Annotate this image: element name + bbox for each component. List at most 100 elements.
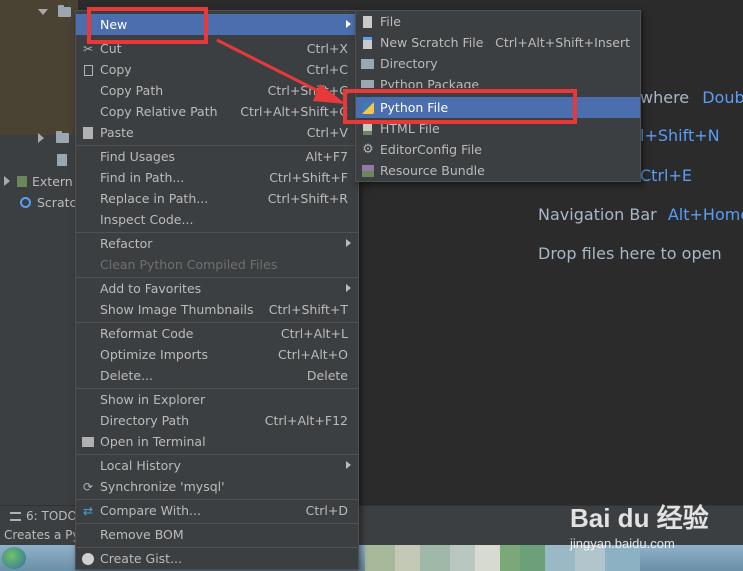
submenu-item-python-package[interactable]: Python Package [356,74,640,88]
menu-item-shortcut: Ctrl+V [306,125,348,140]
sync-icon: ⟳ [82,480,94,494]
menu-item-inspect-code[interactable]: Inspect Code... [76,209,358,230]
menu-item-add-to-favorites[interactable]: Add to Favorites [76,278,358,299]
menu-item-label: Local History [100,458,181,473]
status-text: Creates a Py [4,528,80,542]
menu-item-copy-relative-path[interactable]: Copy Relative Path Ctrl+Alt+Shift+C [76,101,358,122]
menu-item-label: Open in Terminal [100,434,206,449]
menu-item-create-gist[interactable]: Create Gist... [76,548,358,569]
menu-item-open-in-terminal[interactable]: Open in Terminal [76,431,358,452]
hint-goto-file: l+Shift+N [640,126,720,145]
menu-item-label: Delete... [100,368,153,383]
submenu-item-label: File [380,14,401,29]
tree-row-root[interactable] [38,2,71,22]
menu-item-compare-with[interactable]: ⇄ Compare With... Ctrl+D [76,500,358,521]
menu-item-remove-bom[interactable]: Remove BOM [76,524,358,545]
menu-item-shortcut: Ctrl+Shift+F [269,170,348,185]
menu-item-shortcut: Ctrl+Alt+Shift+C [240,104,348,119]
tree-label: Extern [32,173,73,189]
submenu-item-label: EditorConfig File [380,142,482,157]
terminal-icon [81,435,95,449]
expand-arrow-icon[interactable] [38,9,48,15]
menu-item-label: Inspect Code... [100,212,194,227]
menu-item-label: Paste [100,125,134,140]
menu-item-replace-in-path[interactable]: Replace in Path... Ctrl+Shift+R [76,188,358,209]
project-panel: Extern Scratch [0,0,84,505]
hint-label: where [640,88,690,107]
todo-tab[interactable]: 6: TODO [10,509,77,523]
menu-item-clean-compiled: Clean Python Compiled Files [76,254,358,275]
menu-item-label: Directory Path [100,413,190,428]
watermark-brand: Bai du 经验 [570,503,709,533]
hint-key: Double [702,88,743,107]
menu-item-shortcut: Ctrl+C [306,62,348,77]
submenu-item-label: Directory [380,56,438,71]
menu-item-local-history[interactable]: Local History [76,455,358,476]
menu-item-label: Clean Python Compiled Files [100,257,278,272]
menu-item-copy-path[interactable]: Copy Path Ctrl+Shift+C [76,80,358,101]
folder-icon [56,131,69,143]
menu-item-shortcut: Ctrl+X [306,41,348,56]
file-icon [57,154,67,166]
submenu-item-file[interactable]: File [356,11,640,32]
menu-item-label: Remove BOM [100,527,184,542]
menu-item-label: Synchronize 'mysql' [100,479,225,494]
menu-item-label: Copy Path [100,83,164,98]
watermark-logo: Bai du 经验 [570,498,709,535]
menu-item-label: Refactor [100,236,153,251]
folder-icon [361,57,375,71]
hint-search-everywhere: where Double [640,88,743,107]
hint-recent-files: Ctrl+E [640,166,692,185]
menu-item-show-thumbnails[interactable]: Show Image Thumbnails Ctrl+Shift+T [76,299,358,320]
submenu-item-label: Resource Bundle [380,163,485,178]
todo-label: 6: TODO [26,509,77,523]
menu-item-copy[interactable]: Copy Ctrl+C [76,59,358,80]
submenu-item-label: Python Package [380,77,480,88]
tree-row-folder[interactable] [38,128,69,148]
submenu-item-new-scratch[interactable]: New Scratch File Ctrl+Alt+Shift+Insert [356,32,640,53]
menu-item-delete[interactable]: Delete... Delete [76,365,358,386]
menu-item-find-usages[interactable]: Find Usages Alt+F7 [76,146,358,167]
submenu-arrow-icon [346,239,351,247]
menu-item-directory-path[interactable]: Directory Path Ctrl+Alt+F12 [76,410,358,431]
collapse-arrow-icon[interactable] [4,176,10,186]
scratch-icon [20,196,31,208]
scissors-icon: ✂ [82,42,94,56]
tree-row-file[interactable] [57,150,67,170]
menu-item-label: Compare With... [100,503,201,518]
menu-item-shortcut: Ctrl+D [305,503,348,518]
list-icon [10,511,21,521]
file-icon [361,15,375,29]
library-icon [17,175,27,187]
hint-key: l+Shift+N [640,126,720,145]
submenu-item-shortcut: Ctrl+Alt+Shift+Insert [495,35,630,50]
menu-item-reformat-code[interactable]: Reformat Code Ctrl+Alt+L [76,323,358,344]
menu-item-label: Reformat Code [100,326,194,341]
copy-icon [81,63,95,77]
hint-navigation-bar: Navigation Bar Alt+Home [538,205,743,224]
annotation-box-python-file [343,89,577,124]
menu-item-paste[interactable]: Paste Ctrl+V [76,122,358,143]
menu-item-shortcut: Ctrl+Shift+C [267,83,348,98]
menu-item-shortcut: Ctrl+Alt+O [278,347,348,362]
menu-item-label: Find in Path... [100,170,185,185]
hint-key: Alt+Home [667,205,743,224]
watermark-url: jingyan.baidu.com [570,536,675,551]
menu-item-label: Show Image Thumbnails [100,302,254,317]
menu-item-optimize-imports[interactable]: Optimize Imports Ctrl+Alt+O [76,344,358,365]
start-icon[interactable] [2,547,26,569]
menu-item-label: Replace in Path... [100,191,209,206]
resource-bundle-icon [361,164,375,178]
gear-icon: ⚙ [362,142,374,157]
submenu-item-editorconfig[interactable]: ⚙ EditorConfig File [356,139,640,160]
menu-item-synchronize[interactable]: ⟳ Synchronize 'mysql' [76,476,358,497]
collapse-arrow-icon[interactable] [38,133,44,143]
tree-row-external-libraries[interactable]: Extern [4,171,73,191]
menu-item-refactor[interactable]: Refactor [76,233,358,254]
menu-item-find-in-path[interactable]: Find in Path... Ctrl+Shift+F [76,167,358,188]
submenu-item-resource-bundle[interactable]: Resource Bundle [356,160,640,181]
menu-item-show-in-explorer[interactable]: Show in Explorer [76,389,358,410]
hint-label: Navigation Bar [538,205,657,224]
hint-key: Ctrl+E [640,166,692,185]
submenu-item-directory[interactable]: Directory [356,53,640,74]
